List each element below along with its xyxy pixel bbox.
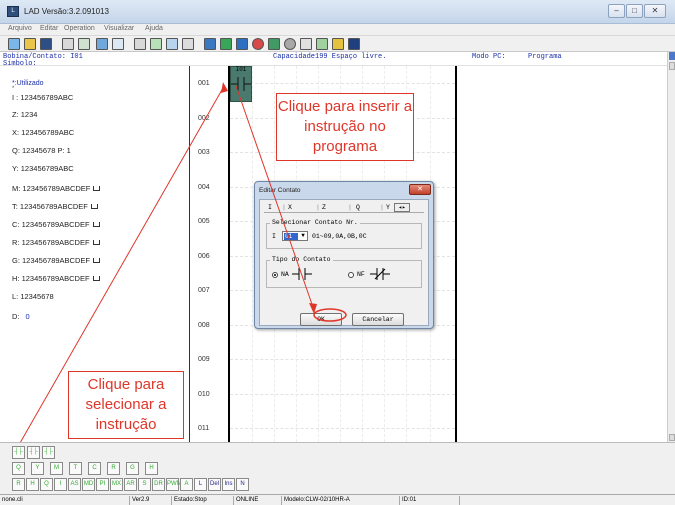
palette-h-icon[interactable]: H bbox=[145, 462, 158, 475]
status-model: Modelo:CLW-02/10HR-A bbox=[282, 496, 400, 505]
palette-dr-icon[interactable]: DR bbox=[152, 478, 165, 491]
status-connection: ONLINE bbox=[234, 496, 282, 505]
palette-g-icon[interactable]: G bbox=[126, 462, 139, 475]
palette-del-icon[interactable]: Del bbox=[208, 478, 221, 491]
status-file: none.cli bbox=[0, 496, 130, 505]
palette-mx-icon[interactable]: MX bbox=[110, 478, 123, 491]
palette-r-icon[interactable]: R bbox=[12, 478, 25, 491]
palette-contact-nc-icon[interactable]: ┤├ bbox=[27, 446, 40, 459]
insert-instruction-callout: Clique para inserir a instrução no progr… bbox=[276, 93, 414, 161]
palette-md-icon[interactable]: MD bbox=[82, 478, 95, 491]
palette-t-icon[interactable]: T bbox=[69, 462, 82, 475]
palette-as-icon[interactable]: AS bbox=[68, 478, 81, 491]
palette-l-icon[interactable]: L bbox=[194, 478, 207, 491]
palette-q-icon[interactable]: Q bbox=[40, 478, 53, 491]
palette-h-icon[interactable]: H bbox=[26, 478, 39, 491]
status-version: Ver2.9 bbox=[130, 496, 172, 505]
palette-pwm-icon[interactable]: PWM bbox=[166, 478, 182, 491]
palette-m-icon[interactable]: M bbox=[50, 462, 63, 475]
palette-q-icon[interactable]: Q bbox=[12, 462, 25, 475]
select-instruction-callout: Clique para selecionar a instrução bbox=[68, 371, 184, 439]
status-id: ID:01 bbox=[400, 496, 460, 505]
palette-n-icon[interactable]: N bbox=[236, 478, 249, 491]
palette-ins-icon[interactable]: Ins bbox=[222, 478, 235, 491]
status-bar: none.cli Ver2.9 Estado:Stop ONLINE Model… bbox=[0, 494, 675, 505]
palette-s-icon[interactable]: S bbox=[138, 478, 151, 491]
palette-pi-icon[interactable]: PI bbox=[96, 478, 109, 491]
palette-contact-no-icon[interactable]: ┤├ bbox=[12, 446, 25, 459]
palette-c-icon[interactable]: C bbox=[88, 462, 101, 475]
palette-i-icon[interactable]: I bbox=[54, 478, 67, 491]
palette-r-icon[interactable]: R bbox=[107, 462, 120, 475]
palette-rising-edge-icon[interactable]: ┤├ bbox=[42, 446, 55, 459]
palette-ar-icon[interactable]: AR bbox=[124, 478, 137, 491]
status-state: Estado:Stop bbox=[172, 496, 234, 505]
palette-y-icon[interactable]: Y bbox=[31, 462, 44, 475]
palette-a-icon[interactable]: A bbox=[180, 478, 193, 491]
